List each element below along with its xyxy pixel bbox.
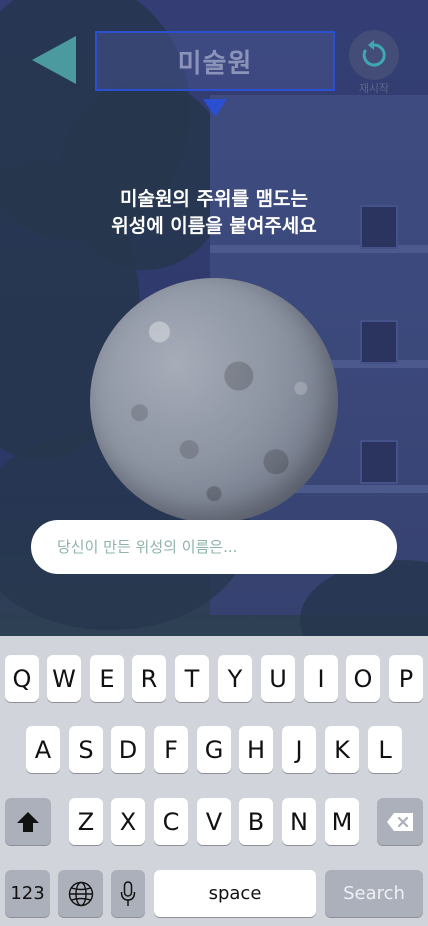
page-title-text: 미술원 [177,48,253,79]
key-d[interactable]: D [111,726,145,773]
key-e[interactable]: E [90,655,124,702]
search-key[interactable]: Search [325,870,423,917]
page-title: 미술원 [95,31,335,91]
back-arrow-icon [32,36,76,84]
refresh-icon [362,40,386,67]
key-a[interactable]: A [26,726,60,773]
key-u[interactable]: U [261,655,295,702]
key-j[interactable]: J [282,726,316,773]
key-f[interactable]: F [154,726,188,773]
dictation-key[interactable] [111,870,145,917]
key-p[interactable]: P [389,655,423,702]
key-n[interactable]: N [282,798,316,845]
key-x[interactable]: X [111,798,145,845]
globe-key[interactable] [58,870,103,917]
key-o[interactable]: O [346,655,380,702]
shift-arrow-icon [17,811,39,832]
keyboard: Q W E R T Y U I O P A S D F G H J K L Z … [0,636,428,926]
globe-icon [68,881,93,906]
reset-button[interactable] [349,30,399,80]
key-r[interactable]: R [132,655,166,702]
key-c[interactable]: C [154,798,188,845]
key-l[interactable]: L [368,726,402,773]
key-i[interactable]: I [304,655,338,702]
reset-label: 재시작 [358,82,390,95]
backspace-key[interactable] [377,798,423,845]
microphone-icon [120,880,136,906]
key-s[interactable]: S [69,726,103,773]
key-z[interactable]: Z [69,798,103,845]
key-y[interactable]: Y [218,655,252,702]
key-v[interactable]: V [197,798,231,845]
instruction-line-2: 위성에 이름을 붙여주세요 [111,215,317,237]
instruction-line-1: 미술원의 주위를 맴도는 [119,188,309,210]
shift-key[interactable] [5,798,51,845]
key-m[interactable]: M [325,798,359,845]
key-b[interactable]: B [239,798,273,845]
key-t[interactable]: T [175,655,209,702]
key-w[interactable]: W [47,655,81,702]
backspace-icon [387,812,413,831]
satellite-moon-image [90,278,338,523]
key-h[interactable]: H [239,726,273,773]
back-button[interactable] [30,34,78,86]
caret-down-icon [203,99,227,117]
key-q[interactable]: Q [5,655,39,702]
instruction-text: 미술원의 주위를 맴도는 위성에 이름을 붙여주세요 [0,186,428,240]
key-k[interactable]: K [325,726,359,773]
key-g[interactable]: G [197,726,231,773]
space-key[interactable]: space [154,870,316,917]
numbers-key[interactable]: 123 [5,870,50,917]
satellite-name-input[interactable] [31,520,397,574]
